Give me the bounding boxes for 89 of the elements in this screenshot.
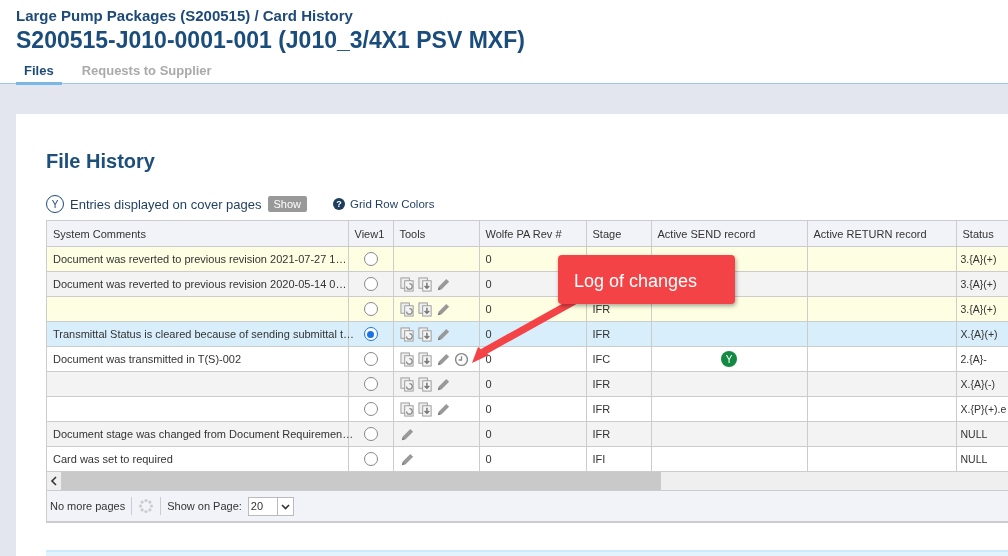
- table-cell: 2.{A}-: [960, 353, 987, 365]
- table-row[interactable]: 0 IFR X.{A}(-): [47, 371, 1008, 397]
- radio-button[interactable]: [363, 327, 378, 341]
- table-cell: Transmittal Status is cleared because of sending submittal t…: [53, 328, 354, 340]
- page-size-label: Show on Page:: [167, 500, 242, 512]
- table-cell: Document was reverted to previous revision 2021-07-27 1…: [53, 253, 347, 265]
- column-header[interactable]: Status: [956, 221, 1008, 247]
- copy-icon[interactable]: [399, 351, 415, 367]
- table-cell: 0: [485, 353, 492, 365]
- breadcrumb: Large Pump Packages (S200515) / Card History: [16, 7, 353, 24]
- section-title: File History: [46, 150, 155, 173]
- pencil-icon[interactable]: [435, 326, 451, 342]
- radio-button[interactable]: [363, 302, 378, 316]
- copy-icon[interactable]: [399, 376, 415, 392]
- filter-label: Entries displayed on cover pages: [70, 196, 262, 212]
- radio-button[interactable]: [363, 427, 378, 441]
- pencil-icon[interactable]: [435, 276, 451, 292]
- pencil-icon[interactable]: [435, 401, 451, 417]
- copy-icon[interactable]: [399, 301, 415, 317]
- table-cell: X.{A}(+): [960, 328, 998, 340]
- radio-button[interactable]: [363, 377, 378, 391]
- table-cell: IFR: [592, 403, 611, 415]
- pencil-icon[interactable]: [399, 451, 415, 467]
- table-cell: X.{A}(-): [960, 378, 995, 390]
- download-icon[interactable]: [417, 301, 433, 317]
- table-row[interactable]: Document stage was changed from Document Requiremen… 0 IFR NULL: [47, 421, 1008, 447]
- table-cell: 0: [485, 378, 492, 390]
- table-cell: X.{P}(+).e: [960, 403, 1007, 415]
- table-cell: IFR: [592, 303, 611, 315]
- table-cell: IFR: [592, 328, 611, 340]
- column-header[interactable]: System Comments: [47, 221, 348, 247]
- pencil-icon[interactable]: [399, 426, 415, 442]
- radio-button[interactable]: [363, 402, 378, 416]
- table-row[interactable]: Document was transmitted in T(S)-002 0 IFC Y 2.{A}-: [47, 346, 1008, 372]
- tab[interactable]: Files: [16, 60, 62, 85]
- copy-icon[interactable]: [399, 401, 415, 417]
- pencil-icon[interactable]: [435, 301, 451, 317]
- table-cell: 0: [485, 403, 492, 415]
- download-icon[interactable]: [417, 326, 433, 342]
- column-header[interactable]: Tools: [393, 221, 479, 247]
- table-cell: IFR: [592, 428, 611, 440]
- clock-icon[interactable]: [453, 351, 469, 367]
- column-header[interactable]: Active RETURN record: [807, 221, 956, 247]
- status-badge: Y: [721, 351, 737, 367]
- download-icon[interactable]: [417, 401, 433, 417]
- table-cell: 3.{A}(+): [960, 253, 997, 265]
- table-cell: Card was set to required: [53, 453, 173, 465]
- table-cell: IFC: [592, 353, 611, 365]
- download-icon[interactable]: [417, 351, 433, 367]
- table-cell: 3.{A}(+): [960, 278, 997, 290]
- radio-button[interactable]: [363, 352, 378, 366]
- grid-row-colors-link[interactable]: Grid Row Colors: [350, 198, 435, 210]
- column-header[interactable]: Stage: [586, 221, 651, 247]
- horizontal-scrollbar[interactable]: [47, 472, 1008, 490]
- table-row[interactable]: Card was set to required 0 IFI NULL: [47, 446, 1008, 472]
- table-cell: IFR: [592, 378, 611, 390]
- column-header[interactable]: Active SEND record: [651, 221, 807, 247]
- download-icon[interactable]: [417, 376, 433, 392]
- callout: Log of changes: [558, 255, 735, 304]
- table-cell: 0: [485, 278, 492, 290]
- radio-button[interactable]: [363, 277, 378, 291]
- table-cell: 0: [485, 428, 492, 440]
- table-cell: Document stage was changed from Document Requiremen…: [53, 428, 354, 440]
- pager-status: No more pages: [50, 500, 126, 512]
- table-cell: Document was reverted to previous revision 2020-05-14 0…: [53, 278, 347, 290]
- pencil-icon[interactable]: [435, 351, 451, 367]
- help-icon[interactable]: ?: [333, 198, 346, 210]
- radio-button[interactable]: [363, 252, 378, 266]
- table-cell: 0: [485, 303, 492, 315]
- page-size-select[interactable]: 20: [247, 496, 295, 516]
- copy-icon[interactable]: [399, 276, 415, 292]
- table-row[interactable]: Transmittal Status is cleared because of sending submittal t… 0 IFR X.{A}(+): [47, 321, 1008, 347]
- table-cell: 0: [485, 328, 492, 340]
- column-header[interactable]: View1: [348, 221, 393, 247]
- table-cell: 0: [485, 253, 492, 265]
- table-cell: NULL: [960, 428, 988, 440]
- table-cell: NULL: [960, 453, 988, 465]
- radio-button[interactable]: [363, 452, 378, 466]
- scroll-left-icon[interactable]: [50, 476, 58, 486]
- pencil-icon[interactable]: [435, 376, 451, 392]
- table-cell: 0: [485, 453, 492, 465]
- download-icon[interactable]: [417, 276, 433, 292]
- table-cell: IFI: [592, 453, 606, 465]
- table-cell: 3.{A}(+): [960, 303, 997, 315]
- column-header[interactable]: Wolfe PA Rev #: [479, 221, 586, 247]
- table-cell: Document was transmitted in T(S)-002: [53, 353, 242, 365]
- page-title: S200515-J010-0001-001 (J010_3/4X1 PSV MXF): [16, 27, 525, 54]
- table-row[interactable]: 0 IFR X.{P}(+).e: [47, 396, 1008, 422]
- copy-icon[interactable]: [399, 326, 415, 342]
